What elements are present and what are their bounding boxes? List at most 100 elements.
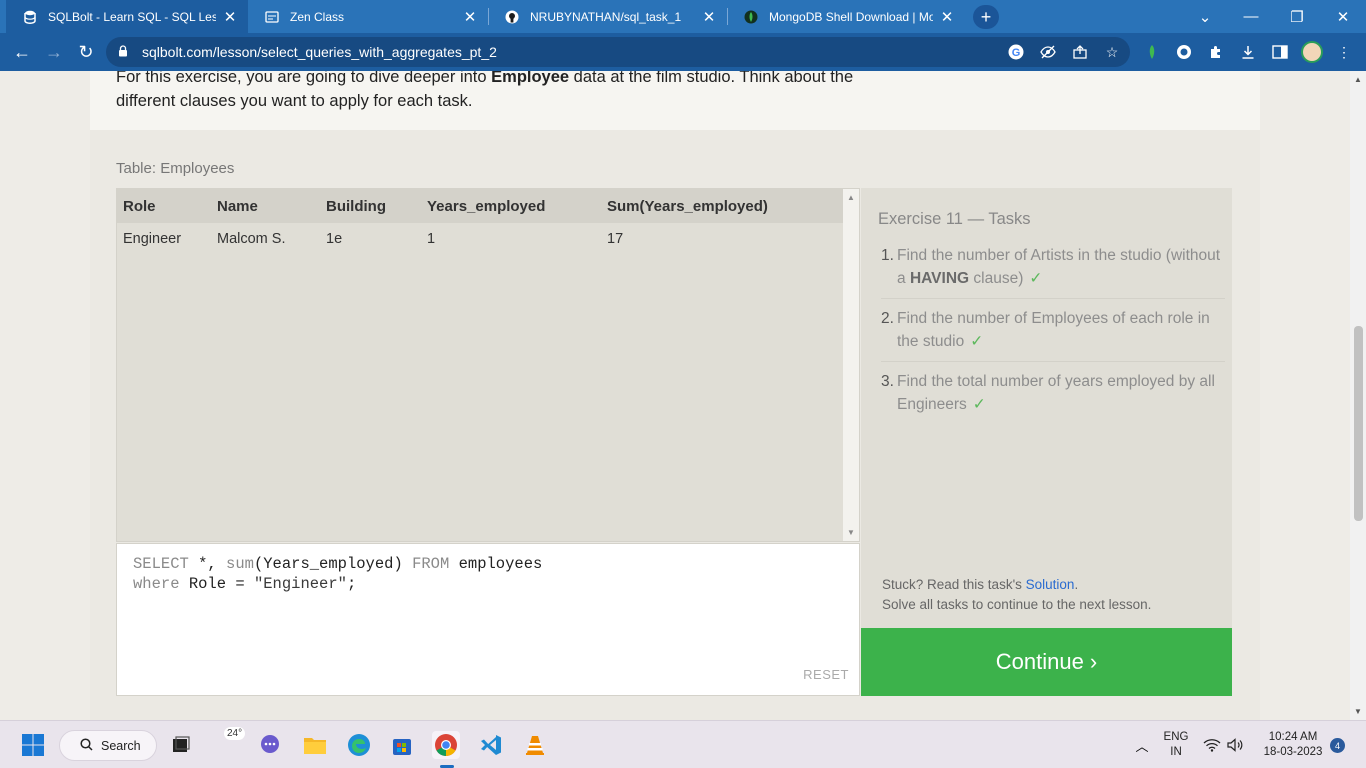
tab-sqlbolt[interactable]: SQLBolt - Learn SQL - SQL Lesson ✕ <box>6 0 248 33</box>
taskbar-search[interactable]: Search <box>59 730 157 761</box>
scrollbar-thumb[interactable] <box>1354 326 1363 521</box>
table-caption: Table: Employees <box>116 160 235 177</box>
checkmark-icon: ✓ <box>1029 270 1043 287</box>
scroll-down-arrow-icon[interactable]: ▼ <box>1354 707 1362 716</box>
checkmark-icon: ✓ <box>972 396 986 413</box>
column-header: Name <box>211 189 320 223</box>
page-viewport: For this exercise, you are going to dive… <box>0 71 1350 720</box>
close-icon[interactable]: ✕ <box>939 8 955 26</box>
column-header: Years_employed <box>421 189 601 223</box>
column-header: Sum(Years_employed) <box>601 189 844 223</box>
kebab-menu-icon[interactable]: ⋮ <box>1334 42 1354 62</box>
search-icon <box>80 737 93 754</box>
tab-title: Zen Class <box>290 9 345 24</box>
sql-editor[interactable]: SELECT *, sum(Years_employed) FROM emplo… <box>116 543 860 696</box>
reload-icon[interactable]: ↻ <box>74 40 98 64</box>
task-panel: Exercise 11 — Tasks 1. Find the number o… <box>861 188 1232 628</box>
column-header: Building <box>320 189 421 223</box>
mongodb-leaf-icon <box>743 9 759 25</box>
back-arrow-icon[interactable]: ← <box>10 40 34 64</box>
help-text: Stuck? Read this task's Solution. Solve … <box>882 575 1151 615</box>
weather-widget[interactable]: 24° <box>224 727 246 740</box>
extension-leaf-icon[interactable] <box>1142 42 1162 62</box>
forward-arrow-icon[interactable]: → <box>42 40 66 64</box>
tab-strip: SQLBolt - Learn SQL - SQL Lesson ✕ Zen C… <box>0 0 1366 33</box>
extensions-puzzle-icon[interactable] <box>1206 42 1226 62</box>
language-indicator[interactable]: ENG IN <box>1161 730 1191 760</box>
volume-icon[interactable] <box>1224 731 1248 759</box>
minimize-button[interactable]: — <box>1228 0 1274 33</box>
exercise-intro: For this exercise, you are going to dive… <box>116 71 854 110</box>
scroll-up-arrow-icon[interactable]: ▲ <box>847 193 855 202</box>
intro-card: For this exercise, you are going to dive… <box>90 71 1260 130</box>
store-icon[interactable] <box>388 731 416 759</box>
taskbar: Search 24° ︿ ENG IN 10:24 AM 18-03-2023 … <box>0 720 1366 768</box>
reset-button[interactable]: RESET <box>803 665 849 685</box>
tab-zen-class[interactable]: Zen Class ✕ <box>248 0 488 33</box>
new-tab-button[interactable]: + <box>973 5 999 29</box>
windows-start-icon[interactable] <box>19 731 47 759</box>
table-cell: 1e <box>326 230 343 247</box>
address-bar[interactable]: sqlbolt.com/lesson/select_queries_with_a… <box>106 37 1130 67</box>
close-icon[interactable]: ✕ <box>462 8 478 26</box>
search-label: Search <box>101 738 141 753</box>
extension-circle-icon[interactable] <box>1174 42 1194 62</box>
restore-button[interactable]: ❐ <box>1274 0 1320 33</box>
star-icon[interactable]: ☆ <box>1102 42 1122 62</box>
profile-avatar[interactable] <box>1301 41 1323 63</box>
scroll-down-arrow-icon[interactable]: ▼ <box>847 528 855 537</box>
share-icon[interactable] <box>1070 42 1090 62</box>
tab-github[interactable]: NRUBYNATHAN/sql_task_1 ✕ <box>488 0 727 33</box>
continue-button[interactable]: Continue › <box>861 628 1232 696</box>
table-row: Engineer Malcom S. 1e 1 17 <box>117 223 844 254</box>
tab-search-chevron-icon[interactable]: ⌄ <box>1182 0 1228 33</box>
task-item: 1. Find the number of Artists in the stu… <box>881 244 1225 299</box>
table-cell: Malcom S. <box>217 230 286 247</box>
url-text: sqlbolt.com/lesson/select_queries_with_a… <box>142 44 497 60</box>
task-item: 2. Find the number of Employees of each … <box>881 307 1225 362</box>
wifi-icon[interactable] <box>1200 731 1224 759</box>
tab-title: MongoDB Shell Download | Mon <box>769 9 933 24</box>
task-view-icon[interactable] <box>167 731 195 759</box>
table-cell: Engineer <box>123 230 182 247</box>
scroll-up-arrow-icon[interactable]: ▲ <box>1354 75 1362 84</box>
tab-title: SQLBolt - Learn SQL - SQL Lesson <box>48 9 216 24</box>
eye-off-icon[interactable] <box>1038 42 1058 62</box>
code-line: where Role = "Engineer"; <box>133 575 357 593</box>
tab-mongodb[interactable]: MongoDB Shell Download | Mon ✕ <box>727 0 965 33</box>
db-icon <box>22 9 38 25</box>
side-panel-icon[interactable] <box>1270 42 1290 62</box>
chat-icon[interactable] <box>256 731 284 759</box>
lock-icon <box>118 44 132 60</box>
edge-icon[interactable] <box>345 731 373 759</box>
google-icon[interactable]: G <box>1006 42 1026 62</box>
task-item: 3. Find the total number of years employ… <box>881 373 1215 413</box>
clock[interactable]: 10:24 AM 18-03-2023 <box>1256 730 1330 760</box>
vscode-icon[interactable] <box>477 731 505 759</box>
browser-toolbar: ← → ↻ sqlbolt.com/lesson/select_queries_… <box>0 33 1366 71</box>
tray-chevron-up-icon[interactable]: ︿ <box>1128 731 1156 759</box>
code-line: SELECT *, sum(Years_employed) FROM emplo… <box>133 555 543 573</box>
table-header-row: Role Name Building Years_employed Sum(Ye… <box>117 189 844 223</box>
column-header: Role <box>117 189 211 223</box>
results-scrollbar[interactable]: ▲ ▼ <box>843 189 859 541</box>
svg-text:G: G <box>1012 47 1021 59</box>
vlc-icon[interactable] <box>521 731 549 759</box>
notification-badge[interactable]: 4 <box>1330 738 1345 753</box>
close-icon[interactable]: ✕ <box>701 8 717 26</box>
window-close-button[interactable]: ✕ <box>1320 0 1366 33</box>
page-scrollbar[interactable]: ▲ ▼ <box>1350 71 1366 720</box>
exercise-title: Exercise 11 — Tasks <box>878 210 1031 228</box>
tab-title: NRUBYNATHAN/sql_task_1 <box>530 9 682 24</box>
results-table: Role Name Building Years_employed Sum(Ye… <box>117 189 844 254</box>
solution-link[interactable]: Solution <box>1026 577 1075 592</box>
github-icon <box>504 9 520 25</box>
chrome-icon[interactable] <box>432 731 460 759</box>
table-cell: 1 <box>427 230 436 247</box>
query-results: Role Name Building Years_employed Sum(Ye… <box>116 188 860 542</box>
task-list: 1. Find the number of Artists in the stu… <box>881 244 1225 432</box>
file-explorer-icon[interactable] <box>301 731 329 759</box>
table-cell: 17 <box>607 230 624 247</box>
close-icon[interactable]: ✕ <box>222 8 238 26</box>
download-icon[interactable] <box>1238 42 1258 62</box>
